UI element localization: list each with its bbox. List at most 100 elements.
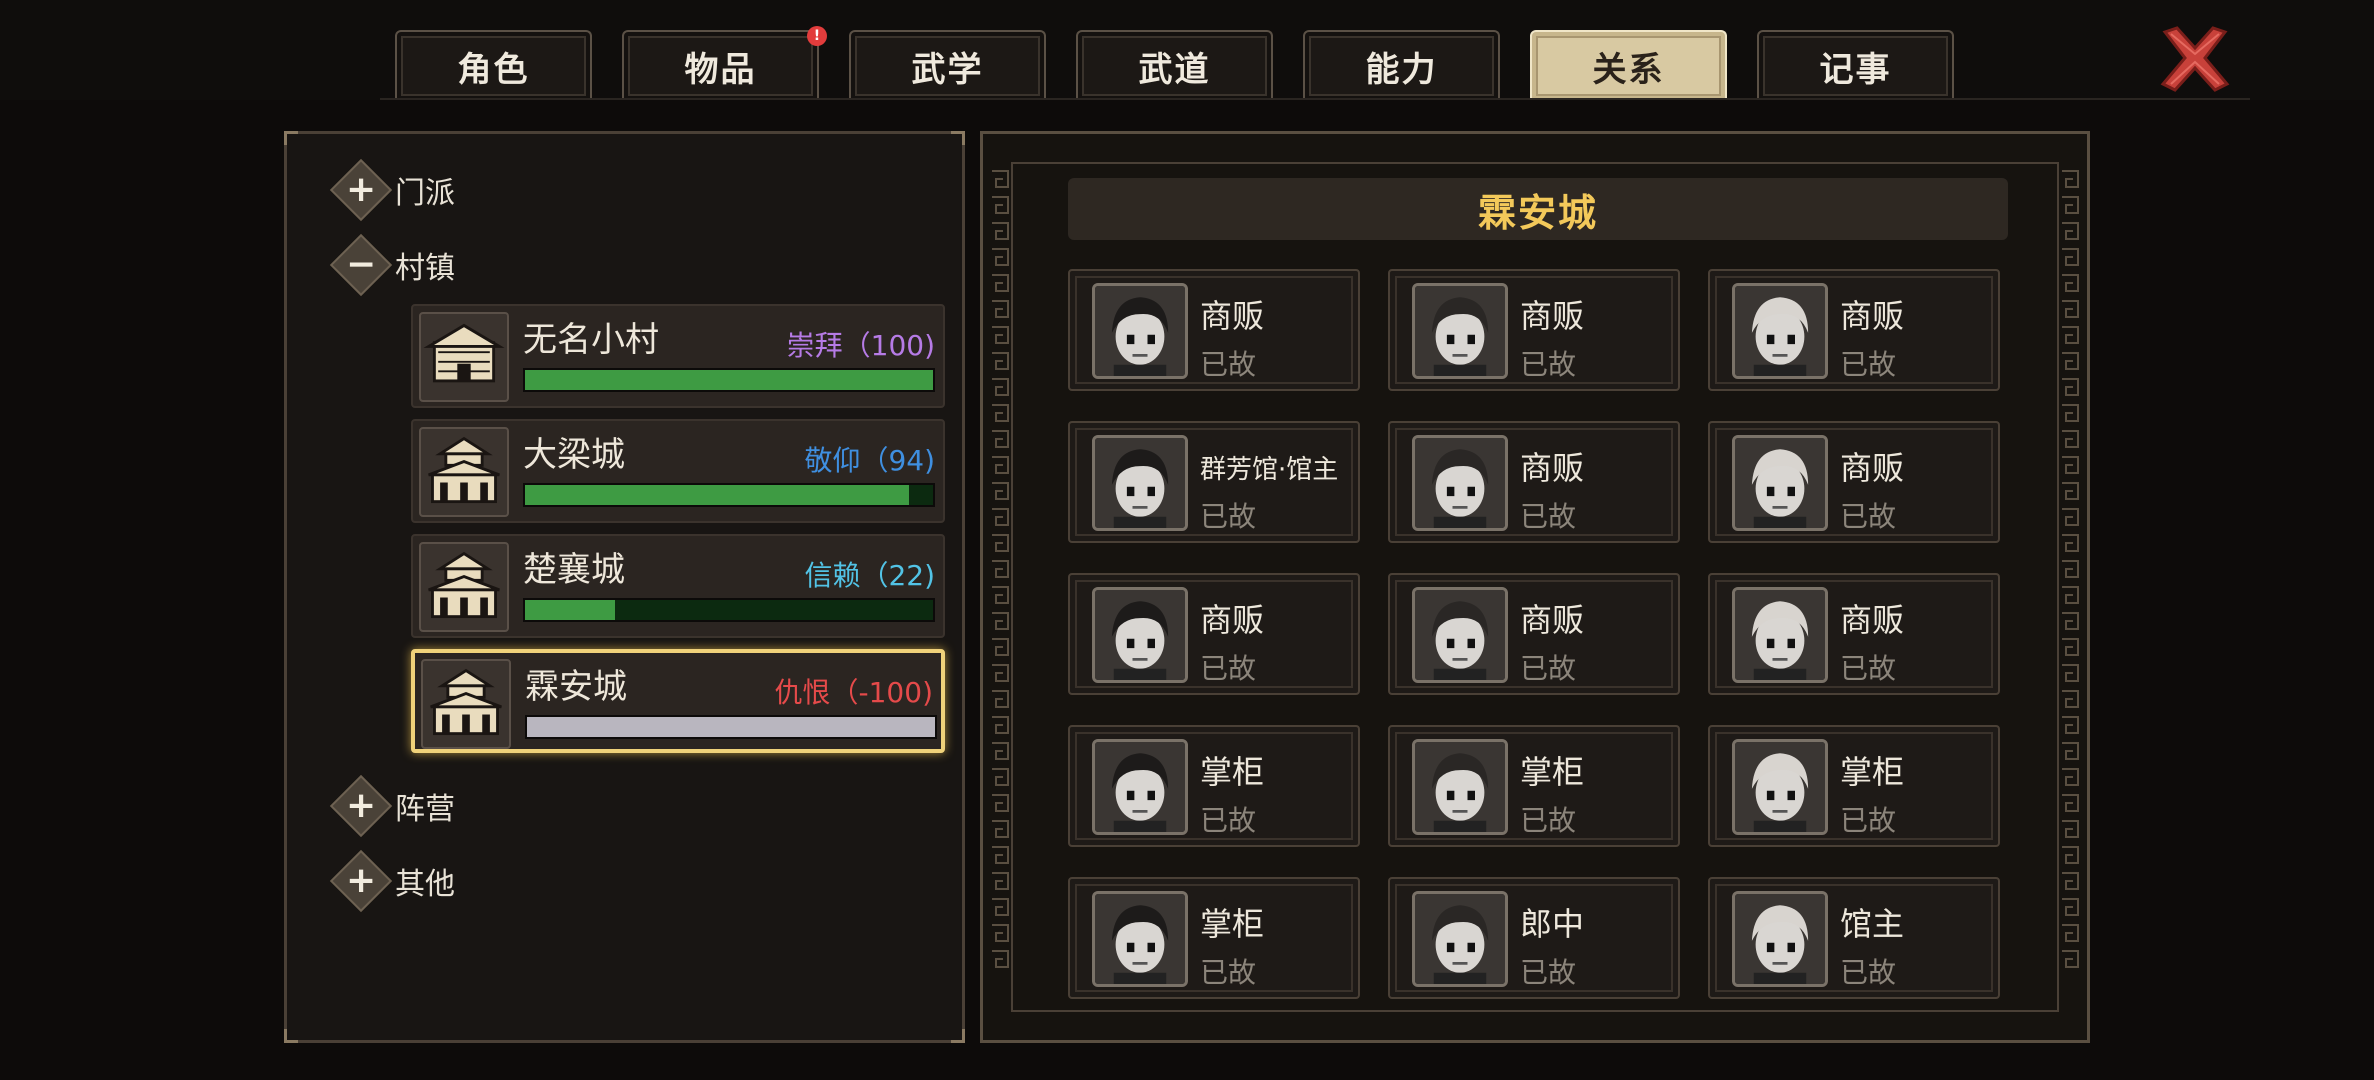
- category-camp[interactable]: + 阵营: [329, 774, 455, 838]
- meander-border-decoration: [2059, 168, 2081, 968]
- npc-role: 掌柜: [1200, 753, 1265, 791]
- npc-portrait-icon: [1412, 739, 1508, 835]
- city-gate-icon: [419, 542, 509, 632]
- npc-role: 掌柜: [1840, 753, 1905, 791]
- npc-portrait-icon: [1412, 283, 1508, 379]
- npc-portrait-icon: [1092, 891, 1188, 987]
- npc-card[interactable]: 商贩 已故: [1388, 573, 1680, 695]
- tab-items[interactable]: 物品!: [622, 26, 827, 100]
- npc-portrait-icon: [1092, 739, 1188, 835]
- npc-role: 商贩: [1840, 297, 1905, 335]
- relation-bar: [523, 483, 935, 507]
- tab-relations[interactable]: 关系: [1530, 30, 1727, 100]
- town-title-bar: 霖安城: [1068, 178, 2008, 240]
- meander-border-decoration: [989, 168, 1011, 968]
- relation-bar-fill: [525, 600, 615, 620]
- npc-status: 已故: [1200, 652, 1257, 685]
- npc-card[interactable]: 群芳馆·馆主 已故: [1068, 421, 1360, 543]
- panel-corner: [951, 1029, 965, 1043]
- npc-card[interactable]: 商贩 已故: [1388, 421, 1680, 543]
- town-row[interactable]: 霖安城 仇恨（-100): [411, 649, 945, 753]
- plus-icon[interactable]: +: [329, 849, 393, 913]
- close-x-icon[interactable]: [2155, 18, 2235, 98]
- npc-status: 已故: [1200, 348, 1257, 381]
- town-name: 大梁城: [523, 435, 625, 475]
- npc-card[interactable]: 商贩 已故: [1388, 269, 1680, 391]
- relation-value: 崇拜（100): [786, 329, 935, 362]
- relation-bar: [523, 598, 935, 622]
- npc-card[interactable]: 馆主 已故: [1708, 877, 2000, 999]
- npc-status: 已故: [1200, 804, 1257, 837]
- category-label: 村镇: [395, 251, 455, 286]
- town-row[interactable]: 大梁城 敬仰（94): [411, 419, 945, 523]
- relation-category-panel: + 门派 − 村镇 无名小村 崇拜（100) 大梁城 敬仰（94) 楚襄城 信赖（22) 霖…: [284, 131, 965, 1043]
- tab-martial-way[interactable]: 武道: [1076, 30, 1273, 100]
- npc-status: 已故: [1200, 500, 1257, 533]
- npc-portrait-icon: [1092, 587, 1188, 683]
- npc-portrait-icon: [1732, 739, 1828, 835]
- npc-portrait-icon: [1092, 435, 1188, 531]
- npc-card[interactable]: 郎中 已故: [1388, 877, 1680, 999]
- npc-status: 已故: [1520, 500, 1577, 533]
- town-row[interactable]: 无名小村 崇拜（100): [411, 304, 945, 408]
- npc-card[interactable]: 掌柜 已故: [1068, 725, 1360, 847]
- tab-label: 武道: [1138, 49, 1211, 90]
- npc-card[interactable]: 商贩 已故: [1068, 269, 1360, 391]
- npc-status: 已故: [1520, 804, 1577, 837]
- npc-card[interactable]: 掌柜 已故: [1388, 725, 1680, 847]
- relation-bar-fill: [525, 485, 909, 505]
- relation-value: 敬仰（94): [804, 444, 935, 477]
- category-other[interactable]: + 其他: [329, 849, 455, 913]
- npc-portrait-icon: [1732, 891, 1828, 987]
- npc-card[interactable]: 商贩 已故: [1708, 421, 2000, 543]
- town-detail-panel: 霖安城 商贩 已故 商贩 已故 商贩 已故 群芳馆·馆主 已故 商贩 已故 商贩 已故 商贩 已故 商贩 已故…: [980, 131, 2090, 1043]
- town-row[interactable]: 楚襄城 信赖（22): [411, 534, 945, 638]
- tab-bar: 角色 物品! 武学 武道 能力 关系 记事: [395, 26, 1954, 100]
- npc-role: 群芳馆·馆主: [1200, 455, 1339, 485]
- category-sect[interactable]: + 门派: [329, 158, 455, 222]
- panel-corner: [284, 1029, 298, 1043]
- tab-martial-arts[interactable]: 武学: [849, 30, 1046, 100]
- topbar-divider: [380, 98, 2250, 100]
- npc-portrait-icon: [1412, 435, 1508, 531]
- relation-bar: [525, 715, 937, 739]
- tab-label: 武学: [911, 49, 984, 90]
- village-house-icon: [419, 312, 509, 402]
- tab-character[interactable]: 角色: [395, 30, 592, 100]
- npc-status: 已故: [1840, 348, 1897, 381]
- relation-value: 仇恨（-100): [774, 676, 933, 709]
- panel-corner: [284, 131, 298, 145]
- npc-card[interactable]: 商贩 已故: [1708, 573, 2000, 695]
- relation-bar-fill: [525, 370, 933, 390]
- npc-status: 已故: [1840, 956, 1897, 989]
- npc-card[interactable]: 掌柜 已故: [1708, 725, 2000, 847]
- category-label: 其他: [395, 867, 455, 902]
- alert-badge-icon: !: [807, 26, 827, 46]
- tab-abilities[interactable]: 能力: [1303, 30, 1500, 100]
- npc-role: 商贩: [1520, 449, 1585, 487]
- category-label: 门派: [395, 176, 455, 211]
- relation-value: 信赖（22): [804, 559, 935, 592]
- plus-icon[interactable]: +: [329, 774, 393, 838]
- plus-icon[interactable]: +: [329, 158, 393, 222]
- npc-role: 郎中: [1520, 905, 1585, 943]
- tab-journal[interactable]: 记事: [1757, 30, 1954, 100]
- category-label: 阵营: [395, 792, 455, 827]
- npc-role: 商贩: [1200, 601, 1265, 639]
- npc-status: 已故: [1840, 500, 1897, 533]
- npc-card[interactable]: 掌柜 已故: [1068, 877, 1360, 999]
- npc-portrait-icon: [1732, 283, 1828, 379]
- npc-portrait-icon: [1412, 587, 1508, 683]
- relation-bar: [523, 368, 935, 392]
- npc-status: 已故: [1200, 956, 1257, 989]
- npc-card[interactable]: 商贩 已故: [1068, 573, 1360, 695]
- minus-icon[interactable]: −: [329, 233, 393, 297]
- category-village[interactable]: − 村镇: [329, 233, 455, 297]
- panel-corner: [951, 131, 965, 145]
- npc-status: 已故: [1520, 348, 1577, 381]
- npc-card[interactable]: 商贩 已故: [1708, 269, 2000, 391]
- npc-status: 已故: [1840, 804, 1897, 837]
- tab-label: 角色: [457, 49, 530, 90]
- npc-role: 商贩: [1520, 601, 1585, 639]
- npc-portrait-icon: [1092, 283, 1188, 379]
